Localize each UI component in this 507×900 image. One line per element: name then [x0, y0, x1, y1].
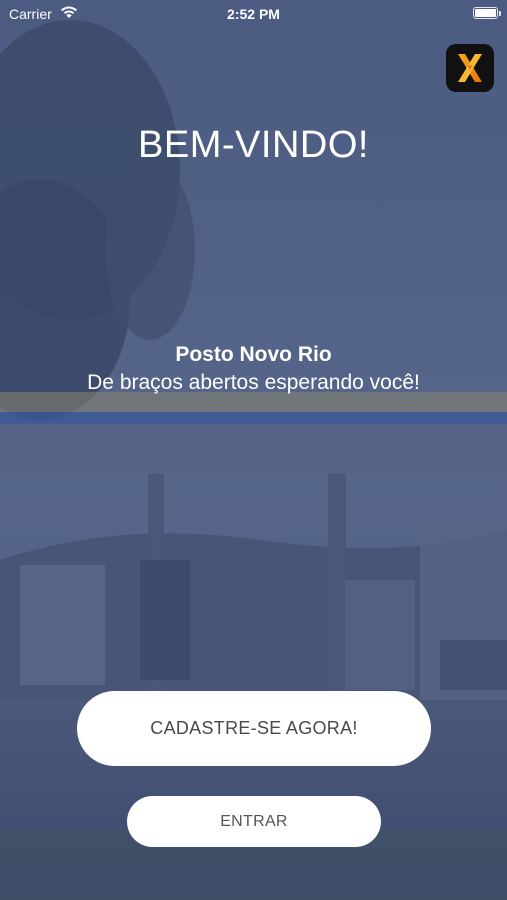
- status-bar: Carrier 2:52 PM: [0, 0, 507, 28]
- tagline: De braços abertos esperando você!: [87, 371, 420, 394]
- welcome-screen: Carrier 2:52 PM BEM-VINDO! Posto Novo Ri…: [0, 0, 507, 900]
- register-button[interactable]: CADASTRE-SE AGORA!: [77, 691, 431, 766]
- app-logo-button[interactable]: [446, 44, 494, 92]
- battery-icon: [473, 7, 501, 19]
- x-logo-icon: [458, 54, 482, 82]
- station-name: Posto Novo Rio: [175, 343, 332, 366]
- status-time: 2:52 PM: [227, 6, 280, 22]
- welcome-title: BEM-VINDO!: [138, 124, 369, 166]
- login-button[interactable]: ENTRAR: [127, 796, 381, 847]
